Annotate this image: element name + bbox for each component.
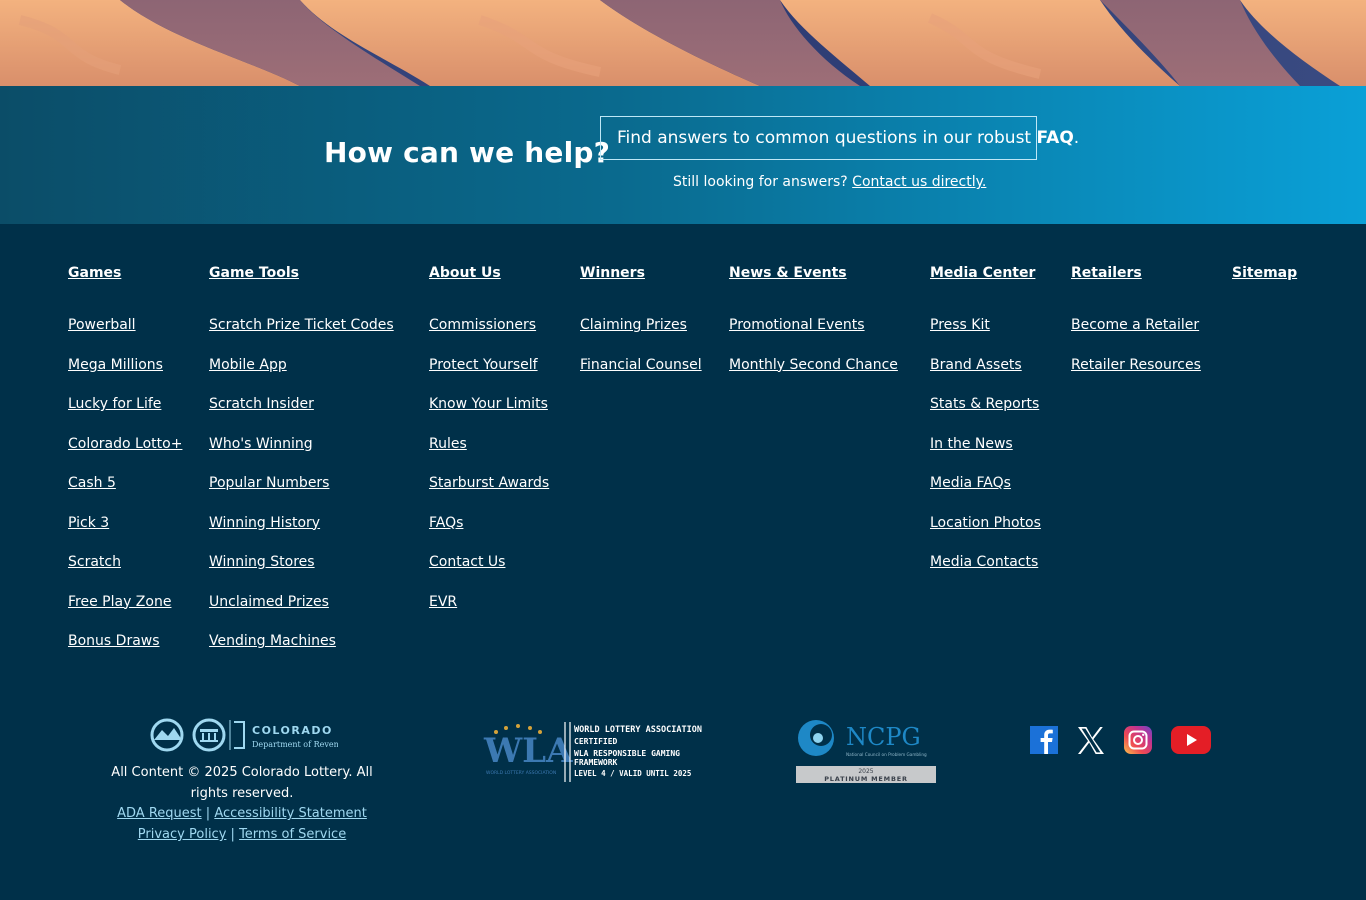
- ncpg-year: 2025: [858, 768, 873, 775]
- nav-link-free-play-zone[interactable]: Free Play Zone: [68, 592, 182, 632]
- x-icon[interactable]: [1077, 725, 1105, 759]
- nav-link-scratch[interactable]: Scratch: [68, 552, 182, 592]
- nav-column-retailers: Retailers Become a Retailer Retailer Res…: [1071, 265, 1201, 394]
- nav-heading-retailers[interactable]: Retailers: [1071, 265, 1201, 285]
- nav-column-games: Games Powerball Mega Millions Lucky for …: [68, 265, 182, 671]
- nav-heading-about-us[interactable]: About Us: [429, 265, 549, 285]
- nav-link-whos-winning[interactable]: Who's Winning: [209, 434, 394, 474]
- nav-link-pick-3[interactable]: Pick 3: [68, 513, 182, 553]
- nav-link-monthly-second-chance[interactable]: Monthly Second Chance: [729, 355, 898, 395]
- contact-us-link[interactable]: Contact us directly.: [852, 174, 986, 190]
- nav-link-claiming-prizes[interactable]: Claiming Prizes: [580, 315, 702, 355]
- nav-link-lucky-for-life[interactable]: Lucky for Life: [68, 394, 182, 434]
- link-separator: |: [205, 806, 211, 821]
- nav-link-scratch-prize-ticket-codes[interactable]: Scratch Prize Ticket Codes: [209, 315, 394, 355]
- nav-link-colorado-lotto[interactable]: Colorado Lotto+: [68, 434, 182, 474]
- nav-link-stats-reports[interactable]: Stats & Reports: [930, 394, 1041, 434]
- nav-link-rules[interactable]: Rules: [429, 434, 549, 474]
- nav-column-game-tools: Game Tools Scratch Prize Ticket Codes Mo…: [209, 265, 394, 671]
- wla-line-4: FRAMEWORK: [574, 758, 618, 767]
- nav-link-scratch-insider[interactable]: Scratch Insider: [209, 394, 394, 434]
- nav-column-about-us: About Us Commissioners Protect Yourself …: [429, 265, 549, 631]
- nav-heading-media-center[interactable]: Media Center: [930, 265, 1041, 285]
- instagram-icon[interactable]: [1124, 725, 1152, 759]
- nav-link-unclaimed-prizes[interactable]: Unclaimed Prizes: [209, 592, 394, 632]
- nav-column-sitemap: Sitemap: [1232, 265, 1297, 315]
- nav-link-winning-stores[interactable]: Winning Stores: [209, 552, 394, 592]
- wla-mark-sub: WORLD LOTTERY ASSOCIATION: [486, 770, 556, 776]
- nav-link-press-kit[interactable]: Press Kit: [930, 315, 1041, 355]
- youtube-icon[interactable]: [1171, 725, 1211, 759]
- copyright-text: All Content © 2025 Colorado Lottery. All…: [111, 765, 373, 801]
- nav-heading-game-tools[interactable]: Game Tools: [209, 265, 394, 285]
- colorado-logo-text: COLORADO: [252, 724, 333, 737]
- nav-link-protect-yourself[interactable]: Protect Yourself: [429, 355, 549, 395]
- facebook-icon[interactable]: [1030, 725, 1058, 759]
- nav-link-powerball[interactable]: Powerball: [68, 315, 182, 355]
- nav-link-media-faqs[interactable]: Media FAQs: [930, 473, 1041, 513]
- still-looking-text: Still looking for answers? Contact us di…: [673, 174, 986, 190]
- faq-link[interactable]: FAQ: [1037, 128, 1074, 148]
- wla-line-5: LEVEL 4 / VALID UNTIL 2025: [574, 769, 691, 778]
- hero-banner-art: [0, 0, 1366, 86]
- nav-link-promotional-events[interactable]: Promotional Events: [729, 315, 898, 355]
- nav-link-mega-millions[interactable]: Mega Millions: [68, 355, 182, 395]
- nav-heading-winners[interactable]: Winners: [580, 265, 702, 285]
- nav-link-faqs[interactable]: FAQs: [429, 513, 549, 553]
- ncpg-member-badge[interactable]: NCPG National Council on Problem Gamblin…: [796, 718, 936, 784]
- nav-column-media-center: Media Center Press Kit Brand Assets Stat…: [930, 265, 1041, 592]
- faq-suffix-text: .: [1073, 128, 1080, 148]
- nav-heading-news-events[interactable]: News & Events: [729, 265, 898, 285]
- nav-heading-games[interactable]: Games: [68, 265, 182, 285]
- nav-link-know-your-limits[interactable]: Know Your Limits: [429, 394, 549, 434]
- nav-link-commissioners[interactable]: Commissioners: [429, 315, 549, 355]
- ada-request-link[interactable]: ADA Request: [117, 806, 202, 821]
- wla-line-2: CERTIFIED: [574, 737, 618, 746]
- privacy-policy-link[interactable]: Privacy Policy: [138, 827, 227, 842]
- faq-callout: Find answers to common questions in our …: [600, 116, 1079, 160]
- ncpg-member: PLATINUM MEMBER: [824, 775, 908, 783]
- nav-link-bonus-draws[interactable]: Bonus Draws: [68, 631, 182, 671]
- wla-mark: WLA: [483, 731, 573, 771]
- wla-line-1: WORLD LOTTERY ASSOCIATION: [574, 725, 702, 735]
- nav-link-winning-history[interactable]: Winning History: [209, 513, 394, 553]
- terms-of-service-link[interactable]: Terms of Service: [239, 827, 346, 842]
- nav-link-mobile-app[interactable]: Mobile App: [209, 355, 394, 395]
- nav-link-contact-us[interactable]: Contact Us: [429, 552, 549, 592]
- link-separator: |: [230, 827, 235, 842]
- nav-link-cash-5[interactable]: Cash 5: [68, 473, 182, 513]
- wla-line-3: WLA RESPONSIBLE GAMING: [574, 749, 680, 758]
- nav-column-winners: Winners Claiming Prizes Financial Counse…: [580, 265, 702, 394]
- faq-prefix-text: Find answers to common questions in our …: [617, 128, 1032, 148]
- ncpg-sub: National Council on Problem Gambling: [846, 752, 927, 757]
- nav-link-in-the-news[interactable]: In the News: [930, 434, 1041, 474]
- help-section: How can we help? Find answers to common …: [0, 86, 1366, 224]
- help-heading: How can we help?: [324, 136, 611, 169]
- nav-link-financial-counsel[interactable]: Financial Counsel: [580, 355, 702, 395]
- legal-links: ADA Request | Accessibility Statement Pr…: [92, 803, 392, 845]
- nav-link-popular-numbers[interactable]: Popular Numbers: [209, 473, 394, 513]
- nav-link-vending-machines[interactable]: Vending Machines: [209, 631, 394, 671]
- dor-logo-text: Department of Revenue: [252, 740, 338, 749]
- accessibility-statement-link[interactable]: Accessibility Statement: [214, 806, 367, 821]
- nav-link-retailer-resources[interactable]: Retailer Resources: [1071, 355, 1201, 395]
- nav-column-news-events: News & Events Promotional Events Monthly…: [729, 265, 898, 394]
- nav-link-brand-assets[interactable]: Brand Assets: [930, 355, 1041, 395]
- nav-link-starburst-awards[interactable]: Starburst Awards: [429, 473, 549, 513]
- nav-link-become-a-retailer[interactable]: Become a Retailer: [1071, 315, 1201, 355]
- nav-link-media-contacts[interactable]: Media Contacts: [930, 552, 1041, 592]
- nav-link-location-photos[interactable]: Location Photos: [930, 513, 1041, 553]
- wla-certification-badge[interactable]: WLA WORLD LOTTERY ASSOCIATION WORLD LOTT…: [482, 720, 716, 784]
- still-looking-label: Still looking for answers?: [673, 174, 848, 190]
- nav-link-evr[interactable]: EVR: [429, 592, 549, 632]
- ncpg-mark: NCPG: [846, 723, 921, 751]
- nav-heading-sitemap[interactable]: Sitemap: [1232, 265, 1297, 285]
- colorado-dor-logo[interactable]: COLORADO Department of Revenue: [148, 718, 349, 752]
